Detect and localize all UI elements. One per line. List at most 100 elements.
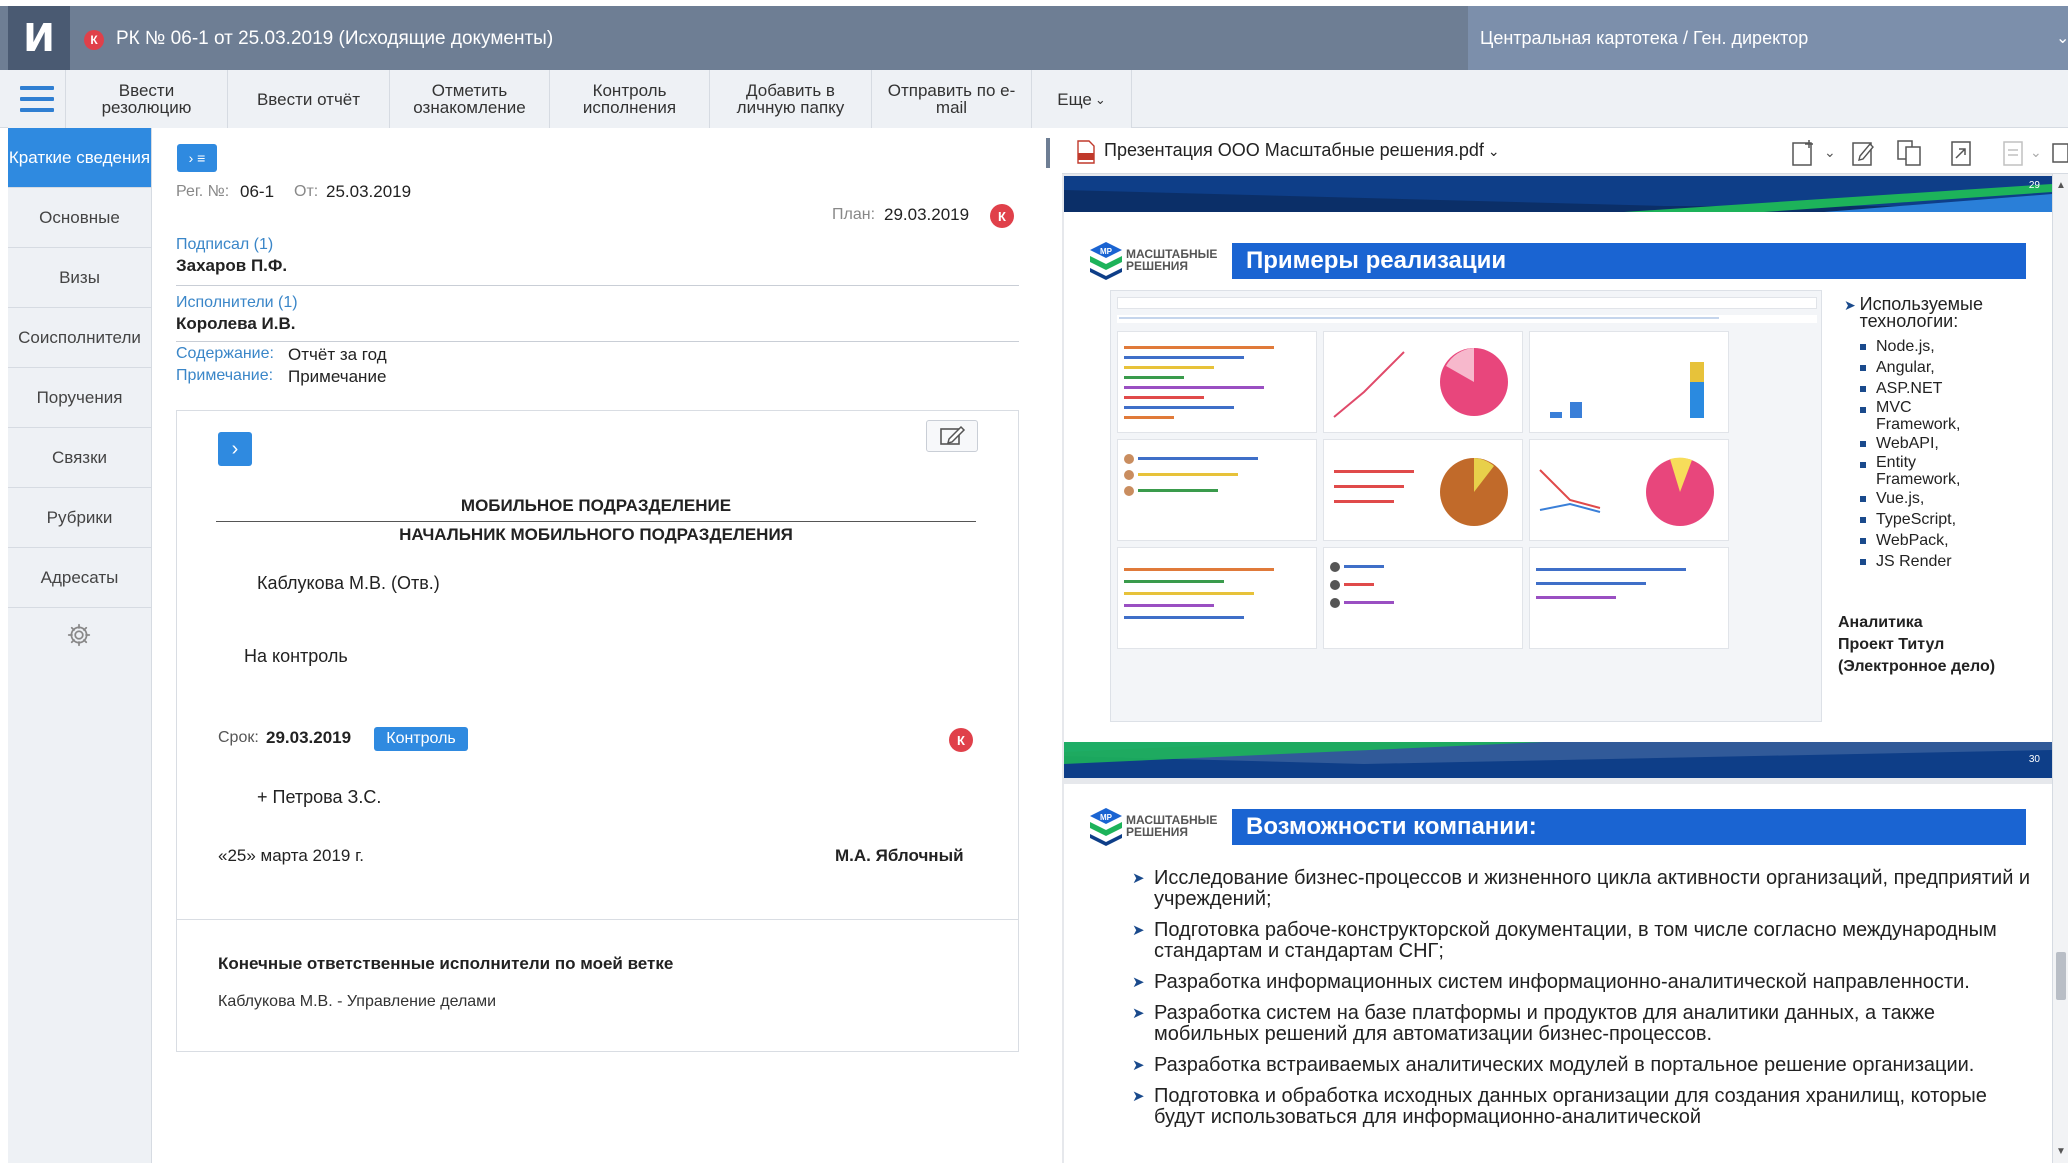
resolution-head: НАЧАЛЬНИК МОБИЛЬНОГО ПОДРАЗДЕЛЕНИЯ (399, 525, 793, 544)
tech-title-text: Используемые технологии: (1859, 294, 1983, 331)
final-executors-card (176, 920, 1019, 1052)
final-executors-title: Конечные ответственные исполнители по мо… (218, 954, 674, 973)
expand-toggle-button[interactable]: › ≡ (177, 144, 217, 172)
list-item: Подготовка рабоче-конструкторской докуме… (1132, 920, 2036, 962)
enter-report-button[interactable]: Ввести отчёт (228, 70, 390, 128)
slide-title: Возможности компании: (1232, 809, 2026, 845)
resolution-unit: МОБИЛЬНОЕ ПОДРАЗДЕЛЕНИЕ (460, 496, 732, 515)
resolution-date: «25» марта 2019 г. (218, 846, 364, 865)
project-line: (Электронное дело) (1838, 658, 1996, 675)
dashboard-screenshot (1110, 290, 1822, 722)
gear-icon[interactable] (66, 622, 92, 648)
title-bar: И К РК № 06-1 от 25.03.2019 (Исходящие д… (0, 6, 2068, 70)
nav-brief-info[interactable]: Краткие сведения (8, 128, 151, 188)
edit-icon[interactable] (926, 420, 978, 452)
panel-splitter[interactable] (1046, 138, 1050, 168)
nav-rubrics[interactable]: Рубрики (8, 488, 151, 548)
brand-name: МАСШТАБНЫЕ РЕШЕНИЯ (1126, 813, 1218, 839)
slide-footer-band: 30 (1064, 742, 2052, 778)
slide-header-band: 29 (1064, 176, 2052, 212)
execution-control-button[interactable]: Контроль исполнения (550, 70, 710, 128)
chevron-right-icon[interactable]: › (218, 432, 252, 466)
list-item: Entity Framework, (1860, 454, 1986, 488)
pdf-scrollbar[interactable]: ▲ ▼ (2052, 174, 2068, 1163)
scroll-thumb[interactable] (2056, 952, 2066, 1000)
export-icon[interactable] (1946, 138, 1976, 168)
slide-page-number: 29 (2028, 180, 2040, 191)
add-to-folder-button[interactable]: Добавить в личную папку (710, 70, 872, 128)
content-value: Отчёт за год (288, 345, 387, 364)
chevron-right-icon: ➤ (1844, 297, 1860, 313)
nav-assignments[interactable]: Поручения (8, 368, 151, 428)
control-k-icon: К (949, 728, 973, 752)
chevron-down-icon[interactable]: ⌄ (2056, 28, 2068, 48)
chevron-down-icon: ⌄ (1487, 143, 1500, 159)
brand-name: МАСШТАБНЫЕ РЕШЕНИЯ (1126, 247, 1218, 273)
list-item: MVC Framework, (1860, 399, 1986, 433)
chevron-down-icon: ⌄ (2030, 144, 2042, 160)
tech-title: ➤ Используемые технологии: (1844, 294, 2010, 331)
note-value: Примечание (288, 367, 387, 386)
deadline-value: 29.03.2019 (266, 728, 352, 747)
scroll-up-icon[interactable]: ▲ (2056, 180, 2066, 191)
slide-title: Примеры реализации (1232, 243, 2026, 279)
scroll-down-icon[interactable]: ▼ (2056, 1146, 2066, 1157)
pdf-file-select[interactable]: Презентация ООО Масштабные решения.pdf ⌄ (1104, 140, 1500, 161)
brand-logo-text: МР (1100, 247, 1113, 256)
menu-icon[interactable] (8, 70, 66, 128)
list-item: Разработка встраиваемых аналитических мо… (1132, 1055, 2036, 1077)
executors-value: Королева И.В. (176, 314, 296, 333)
control-k-icon: К (84, 30, 104, 50)
mark-acquainted-button[interactable]: Отметить ознакомление (390, 70, 550, 128)
from-date-value: 25.03.2019 (326, 182, 412, 201)
context-title[interactable]: Центральная картотека / Ген. директор (1480, 28, 1808, 49)
executors-link[interactable]: Исполнители (1) (176, 294, 298, 312)
divider (176, 341, 1019, 342)
compare-icon[interactable] (1894, 138, 1924, 168)
list-item: Исследование бизнес-процессов и жизненно… (1132, 868, 2036, 910)
list-item: WebAPI, (1860, 433, 1986, 454)
brand-logo-icon: МР (1090, 808, 1122, 846)
project-caption: Аналитика Проект Титул (Электронное дело… (1838, 612, 1995, 678)
list-item: Angular, (1860, 357, 1986, 378)
nav-links[interactable]: Связки (8, 428, 151, 488)
final-executors-value: Каблукова М.В. - Управление делами (218, 993, 497, 1010)
app-window: И К РК № 06-1 от 25.03.2019 (Исходящие д… (0, 0, 2068, 1163)
panel-icon[interactable] (2050, 138, 2068, 168)
nav-main[interactable]: Основные (8, 188, 151, 248)
app-logo[interactable]: И (8, 6, 70, 70)
brand-logo-icon: МР (1090, 242, 1122, 280)
resolution-author: М.А. Яблочный (835, 846, 964, 865)
nav-addressees[interactable]: Адресаты (8, 548, 151, 608)
edit-document-icon[interactable] (1848, 138, 1878, 168)
chevron-down-icon[interactable]: ⌄ (1824, 144, 1836, 161)
project-line: Аналитика (1838, 614, 1923, 631)
signed-value: Захаров П.Ф. (176, 256, 288, 275)
content-label: Содержание: (176, 345, 274, 362)
reg-number-value: 06-1 (240, 182, 275, 201)
pdf-file-name: Презентация ООО Масштабные решения.pdf (1104, 140, 1484, 160)
signed-link[interactable]: Подписал (1) (176, 236, 273, 254)
co-executor: + Петрова З.С. (257, 787, 382, 807)
send-email-button[interactable]: Отправить по e-mail (872, 70, 1032, 128)
nav-co-executors[interactable]: Соисполнители (8, 308, 151, 368)
resolution-text: На контроль (244, 646, 348, 666)
reg-number-label: Рег. №: (176, 183, 230, 200)
enter-resolution-button[interactable]: Ввести резолюцию (66, 70, 228, 128)
nav-visas[interactable]: Визы (8, 248, 151, 308)
more-button[interactable]: Еще ⌄ (1032, 70, 1132, 128)
list-item: ASP.NET (1860, 378, 1986, 399)
list-item: Node.js, (1860, 336, 1986, 357)
disabled-action-icon (2003, 141, 2023, 166)
project-line: Проект Титул (1838, 636, 1945, 653)
capabilities-list: Исследование бизнес-процессов и жизненно… (1132, 868, 2036, 1138)
add-page-icon[interactable] (1788, 138, 1818, 168)
chevron-down-icon: ⌄ (1094, 91, 1106, 107)
note-label: Примечание: (176, 367, 274, 384)
control-k-icon: К (990, 204, 1014, 228)
plan-value: 29.03.2019 (884, 205, 970, 224)
list-item: WebPack, (1860, 530, 1986, 551)
list-item: JS Render (1860, 551, 1986, 572)
divider (176, 285, 1019, 286)
slide-page-number: 30 (2028, 754, 2040, 765)
